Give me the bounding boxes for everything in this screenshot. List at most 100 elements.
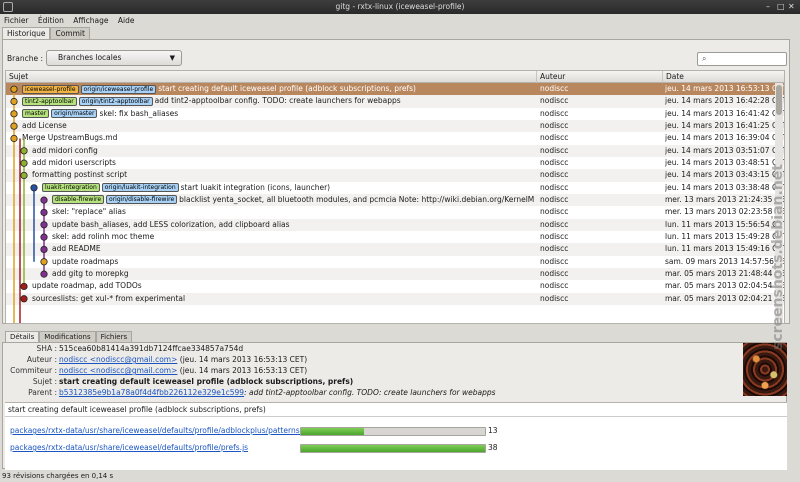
- details-pane: SHA : 515cea60b81414a391db7124ffcae33485…: [2, 342, 787, 470]
- parent-sha-link[interactable]: b5312385e9b1a78a0f4d4fbb226112e329e1c599: [59, 388, 244, 397]
- commit-date: jeu. 14 mars 2013 03:43:15 CET: [665, 170, 785, 180]
- author-email-link[interactable]: nodiscc <nodiscc@gmail.com>: [59, 355, 177, 364]
- commit-date: jeu. 14 mars 2013 16:53:13 CET: [665, 84, 785, 93]
- menu-aide[interactable]: Aide: [115, 14, 138, 27]
- commit-message: start creating default iceweasel profile…: [8, 405, 266, 414]
- commit-row[interactable]: add midori config nodiscc jeu. 14 mars 201…: [6, 144, 784, 157]
- file-change-fill: [301, 445, 485, 452]
- branch-label: tint2-apptoolbar: [22, 96, 77, 106]
- commit-subject: formatting postinst script: [32, 170, 128, 180]
- commit-subject: start luakit integration (icons, launche…: [180, 182, 331, 192]
- maximize-icon[interactable]: □: [777, 2, 785, 12]
- commit-author: nodiscc: [540, 120, 569, 130]
- tab-modifications[interactable]: Modifications: [39, 331, 96, 342]
- commit-subject: add tint2-apptoolbar config. TODO: creat…: [154, 96, 401, 106]
- commit-subject: skel: "replace" alias: [52, 207, 126, 217]
- remote-branch-label: origin/master: [51, 109, 98, 119]
- branch-combo-value: Branches locales: [58, 53, 122, 62]
- commit-author: nodiscc: [540, 108, 569, 118]
- commit-author: nodiscc: [540, 145, 569, 155]
- commit-subject: add README: [52, 244, 101, 254]
- file-link[interactable]: packages/rxtx-data/usr/share/iceweasel/d…: [10, 443, 248, 452]
- committer-label: Commiteur :: [10, 366, 57, 375]
- parent-label: Parent :: [28, 388, 57, 397]
- window-title: gitg - rxtx-linux (iceweasel-profile): [335, 2, 465, 11]
- column-date[interactable]: Date: [662, 71, 784, 83]
- commit-author: nodiscc: [540, 256, 569, 266]
- file-link[interactable]: packages/rxtx-data/usr/share/iceweasel/d…: [10, 426, 311, 435]
- commit-row[interactable]: add midori userscripts nodiscc jeu. 14 mar…: [6, 157, 784, 169]
- commit-row[interactable]: disable-firewire origin/disable-firewire b…: [6, 193, 784, 207]
- commit-author: nodiscc: [540, 244, 569, 254]
- commit-subject: sourceslists: get xul-* from experimenta…: [32, 293, 186, 303]
- committer-email-link[interactable]: nodiscc <nodiscc@gmail.com>: [59, 366, 177, 375]
- commit-subject-cell: skel: add rolinh moc theme: [52, 231, 534, 243]
- main-tabs: Historique Commit: [2, 27, 90, 39]
- file-row: packages/rxtx-data/usr/share/iceweasel/d…: [10, 425, 780, 437]
- commit-row[interactable]: Merge UpstreamBugs.md nodiscc jeu. 14 mars…: [6, 132, 785, 144]
- branch-label: Branche :: [7, 54, 43, 63]
- commit-date: jeu. 14 mars 2013 16:39:04 CET: [665, 133, 785, 143]
- commit-subject-cell: add midori userscripts: [32, 157, 534, 169]
- column-subject[interactable]: Sujet: [6, 71, 536, 83]
- file-change-count: 38: [488, 443, 498, 452]
- diff-view[interactable]: start creating default iceweasel profile…: [5, 402, 787, 470]
- tab-historique[interactable]: Historique: [2, 27, 51, 39]
- subject-row: Sujet : start creating default iceweasel…: [3, 376, 733, 387]
- commit-subject: update roadmap, add TODOs: [32, 281, 142, 291]
- watermark: screenshots.debian.net: [770, 164, 786, 350]
- close-icon[interactable]: ✕: [788, 2, 795, 12]
- search-input[interactable]: ⌕: [697, 52, 787, 66]
- commit-row[interactable]: formatting postinst script nodiscc jeu. 14…: [6, 169, 785, 182]
- title-bar: gitg - rxtx-linux (iceweasel-profile) – …: [0, 0, 800, 14]
- app-icon: [3, 2, 13, 12]
- commit-row[interactable]: update roadmaps nodiscc sam. 09 mars 2013 …: [6, 256, 785, 268]
- commit-row[interactable]: update roadmap, add TODOs nodiscc mar. 05 …: [6, 280, 784, 292]
- menu-edition[interactable]: Édition: [35, 14, 67, 27]
- branch-combo[interactable]: Branches locales ▼: [46, 50, 182, 66]
- commit-row[interactable]: master origin/master skel: fix bash_aliase…: [6, 108, 785, 120]
- menu-fichier[interactable]: Fichier: [1, 14, 32, 27]
- commit-author: nodiscc: [540, 133, 569, 143]
- tab-details[interactable]: Détails: [5, 331, 40, 342]
- tab-fichiers[interactable]: Fichiers: [95, 331, 133, 342]
- commit-subject-cell: disable-firewire origin/disable-firewire b…: [52, 194, 534, 206]
- commit-subject-cell: skel: "replace" alias: [52, 206, 534, 218]
- sha-label: SHA :: [36, 344, 57, 353]
- tab-commit[interactable]: Commit: [50, 27, 90, 39]
- commit-subject-cell: add License: [22, 120, 534, 132]
- commit-date: mer. 13 mars 2013 02:23:58 CET: [665, 207, 785, 217]
- commit-row[interactable]: iceweasel-profile origin/iceweasel-profil…: [6, 83, 785, 96]
- commit-subject-cell: iceweasel-profile origin/iceweasel-profil…: [22, 83, 534, 95]
- author-row: Auteur : nodiscc <nodiscc@gmail.com> (je…: [3, 354, 733, 365]
- author-date: (jeu. 14 mars 2013 16:53:13 CET): [179, 355, 308, 364]
- commit-row[interactable]: luakit-integration origin/luakit-integrat…: [6, 182, 784, 194]
- commit-date: jeu. 14 mars 2013 16:41:42 CET: [665, 108, 785, 118]
- menu-affichage[interactable]: Affichage: [70, 14, 111, 27]
- column-author[interactable]: Auteur: [536, 71, 662, 83]
- commit-author: nodiscc: [540, 84, 569, 93]
- commit-row[interactable]: tint2-apptoolbar origin/tint2-apptoolbar a…: [6, 95, 784, 108]
- scrollbar-thumb[interactable]: [776, 85, 782, 115]
- commit-row[interactable]: skel: "replace" alias nodiscc mer. 13 mars…: [6, 206, 785, 218]
- minimize-icon[interactable]: –: [766, 2, 770, 12]
- committer-row: Commiteur : nodiscc <nodiscc@gmail.com> …: [3, 365, 733, 376]
- branch-label: master: [22, 109, 50, 119]
- commit-row[interactable]: update bash_aliases, add LESS colorizati…: [6, 218, 784, 231]
- chevron-down-icon: ▼: [169, 54, 175, 62]
- commit-subject-cell: update roadmaps: [52, 256, 534, 268]
- commit-subject-cell: Merge UpstreamBugs.md: [22, 132, 534, 144]
- commit-row[interactable]: add License nodiscc jeu. 14 mars 2013 16:4…: [6, 119, 785, 133]
- commit-row[interactable]: sourceslists: get xul-* from experimenta…: [6, 292, 784, 305]
- commit-row[interactable]: add gitg to morepkg nodiscc mar. 05 mars 2…: [6, 267, 784, 281]
- commit-subject: add midori userscripts: [32, 157, 116, 167]
- commit-date: jeu. 14 mars 2013 16:41:25 CET: [665, 120, 785, 130]
- history-pane: Branche : Branches locales ▼ ⌕ Sujet Aut…: [2, 39, 790, 324]
- commit-row[interactable]: skel: add rolinh moc theme nodiscc lun. 11…: [6, 231, 784, 243]
- commit-date: sam. 09 mars 2013 14:57:56 CET: [665, 256, 785, 266]
- sha-value: 515cea60b81414a391db7124ffcae334857a754d: [59, 344, 244, 353]
- commit-subject-cell: luakit-integration origin/luakit-integrat…: [42, 182, 534, 194]
- commit-list[interactable]: Sujet Auteur Date iceweasel-profile origi…: [5, 70, 785, 324]
- commit-row[interactable]: add README nodiscc lun. 11 mars 2013 15:49…: [6, 243, 784, 256]
- remote-branch-label: origin/iceweasel-profile: [80, 84, 157, 94]
